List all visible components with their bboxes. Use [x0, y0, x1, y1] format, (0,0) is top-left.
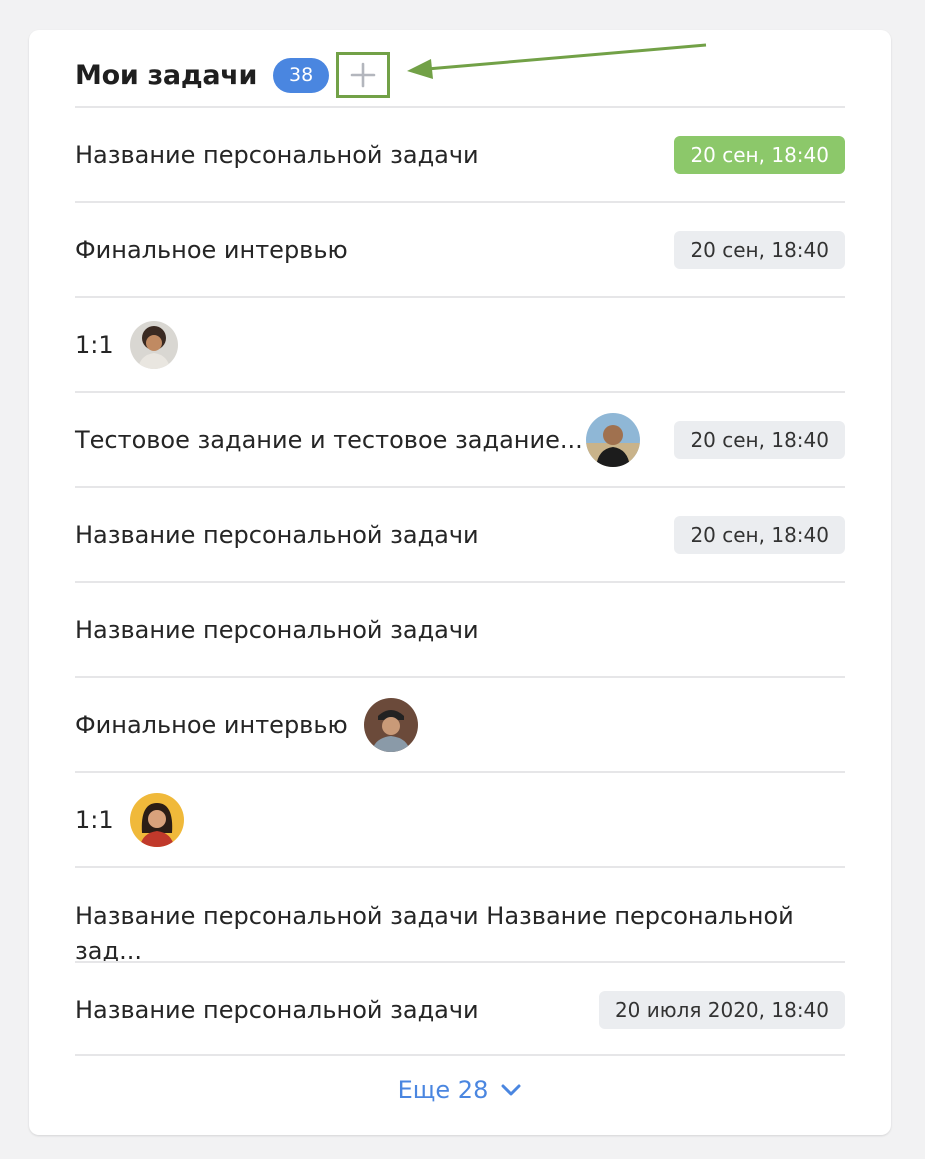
task-title: Название персональной задачи	[75, 520, 479, 549]
list-item[interactable]: Финальное интервью 20 сен, 18:40	[75, 201, 845, 296]
plus-icon	[350, 62, 376, 88]
list-item[interactable]: Название персональной задачи 20 сен, 18:…	[75, 486, 845, 581]
task-title: 1:1	[75, 330, 114, 359]
card-header: Мои задачи 38	[75, 42, 845, 108]
show-more-button[interactable]: Еще 28	[29, 1076, 891, 1104]
due-date-badge: 20 сен, 18:40	[674, 420, 845, 459]
task-title: Название персональной задачи	[75, 615, 479, 644]
task-title: 1:1	[75, 805, 114, 834]
list-item[interactable]: Финальное интервью	[75, 676, 845, 771]
add-task-button[interactable]	[336, 52, 391, 98]
list-item[interactable]: Тестовое задание и тестовое задание... 2…	[75, 391, 845, 486]
list-item[interactable]: Название персональной задачи Название пе…	[75, 866, 845, 965]
task-list: Название персональной задачи 20 сен, 18:…	[75, 106, 845, 1056]
avatar[interactable]	[129, 320, 178, 369]
avatar[interactable]	[586, 412, 641, 467]
chevron-down-icon	[501, 1084, 521, 1096]
show-more-label: Еще 28	[397, 1076, 489, 1104]
avatar[interactable]	[129, 792, 184, 847]
list-item[interactable]: 1:1	[75, 296, 845, 391]
task-title: Финальное интервью	[75, 710, 348, 739]
task-title: Название персональной задачи	[75, 140, 479, 169]
list-item[interactable]: Название персональной задачи 20 сен, 18:…	[75, 106, 845, 201]
list-item[interactable]: 1:1	[75, 771, 845, 866]
due-date-badge: 20 сен, 18:40	[674, 515, 845, 554]
tasks-card: Мои задачи 38 Название персональной зада…	[29, 30, 891, 1135]
list-item[interactable]: Название персональной задачи 20 июля 202…	[75, 961, 845, 1056]
due-date-badge: 20 сен, 18:40	[674, 230, 845, 269]
task-title: Название персональной задачи	[75, 995, 479, 1024]
page-title: Мои задачи	[75, 59, 258, 91]
list-item[interactable]: Название персональной задачи	[75, 581, 845, 676]
task-title: Финальное интервью	[75, 235, 348, 264]
task-title: Название персональной задачи Название пе…	[75, 902, 794, 965]
due-date-badge: 20 июля 2020, 18:40	[598, 990, 845, 1029]
task-count-badge: 38	[273, 57, 330, 93]
task-title: Тестовое задание и тестовое задание...	[75, 425, 583, 454]
divider	[75, 1054, 845, 1056]
due-date-badge: 20 сен, 18:40	[674, 135, 845, 174]
avatar[interactable]	[363, 697, 418, 752]
